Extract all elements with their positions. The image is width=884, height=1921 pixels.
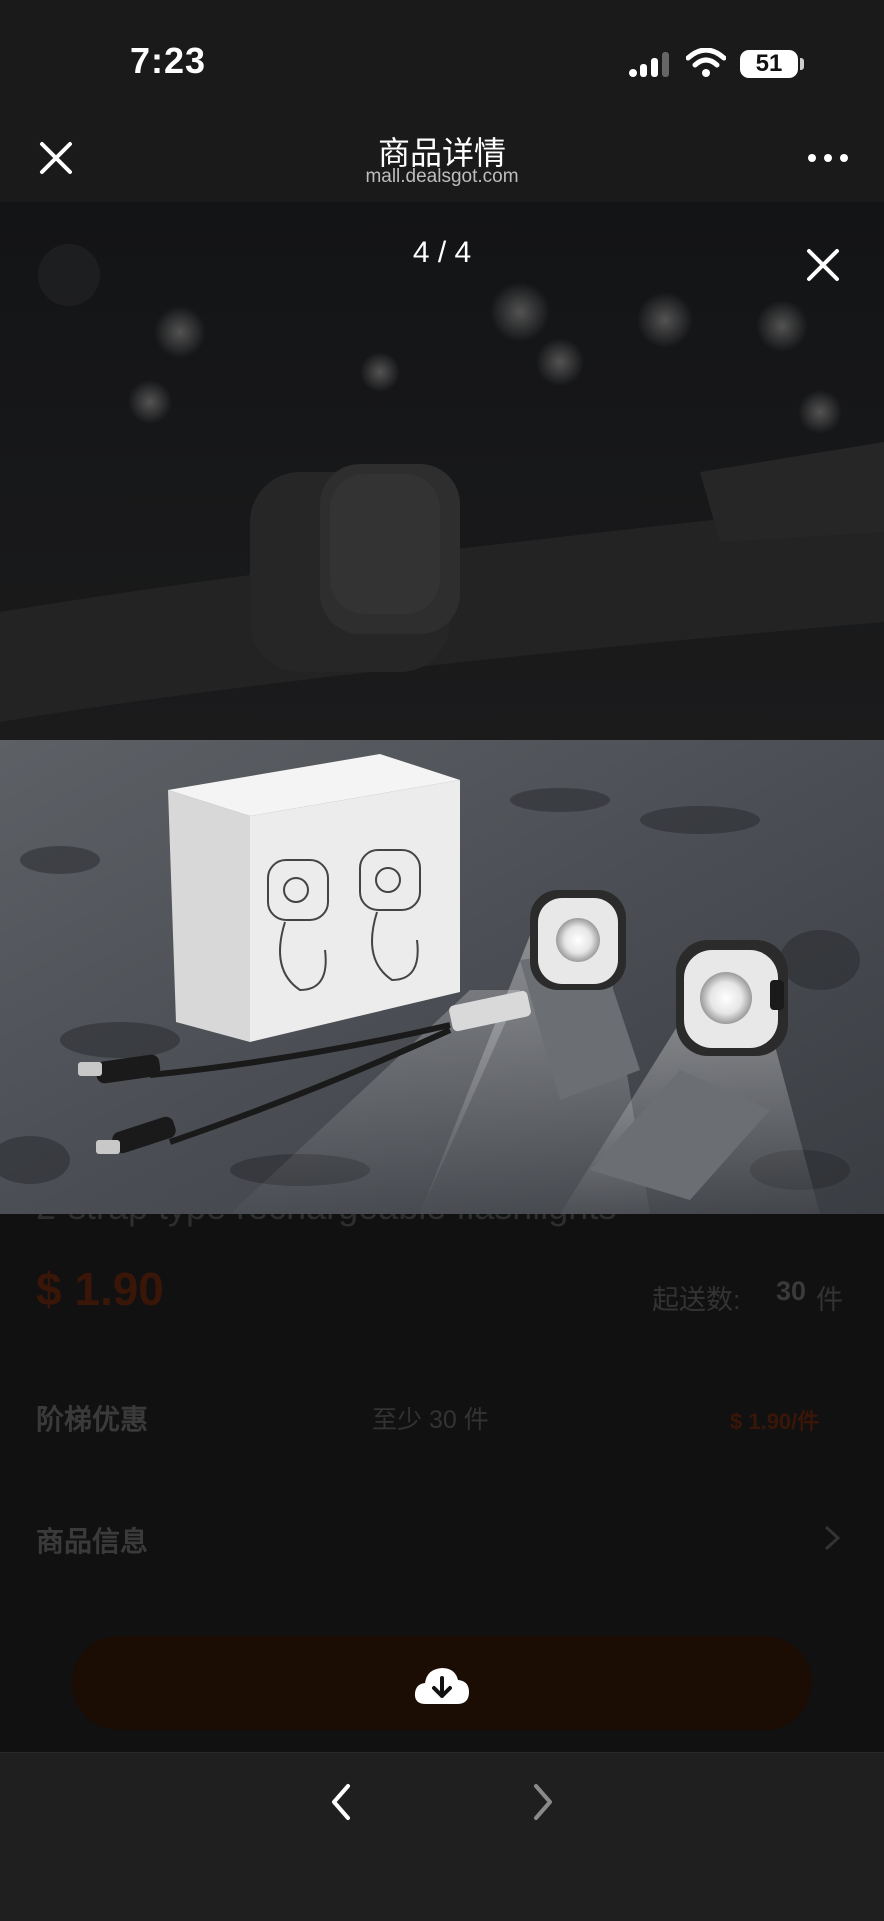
min-order-value: 30 (776, 1276, 807, 1306)
min-order-unit: 件 (816, 1285, 843, 1315)
chevron-right-icon[interactable] (822, 1524, 842, 1552)
product-photo-previous (0, 202, 884, 740)
cellular-signal-icon (629, 52, 669, 77)
image-counter: 4 / 4 (412, 236, 472, 269)
wifi-icon (686, 48, 726, 77)
product-price: $ 1.90 (36, 1263, 164, 1315)
browser-toolbar (0, 1752, 884, 1921)
chevron-right-icon[interactable] (528, 1782, 558, 1822)
tier-discount-label: 阶梯优惠 (36, 1404, 149, 1435)
chevron-left-icon[interactable] (326, 1782, 356, 1822)
close-icon[interactable] (804, 246, 842, 284)
tier-price: $ 1.90/件 (730, 1409, 820, 1434)
product-info-label[interactable]: 商品信息 (36, 1520, 148, 1560)
product-photo (0, 740, 884, 1214)
more-icon[interactable] (806, 148, 850, 168)
download-cloud-icon[interactable] (412, 1664, 472, 1706)
battery-indicator: 51 (740, 50, 798, 78)
tier-min-quantity: 至少 30 件 (372, 1406, 489, 1434)
page-domain: mall.dealsgot.com (365, 166, 519, 187)
min-order-label: 起送数: (652, 1285, 741, 1315)
status-time: 7:23 (130, 40, 207, 81)
battery-cap (800, 58, 804, 70)
